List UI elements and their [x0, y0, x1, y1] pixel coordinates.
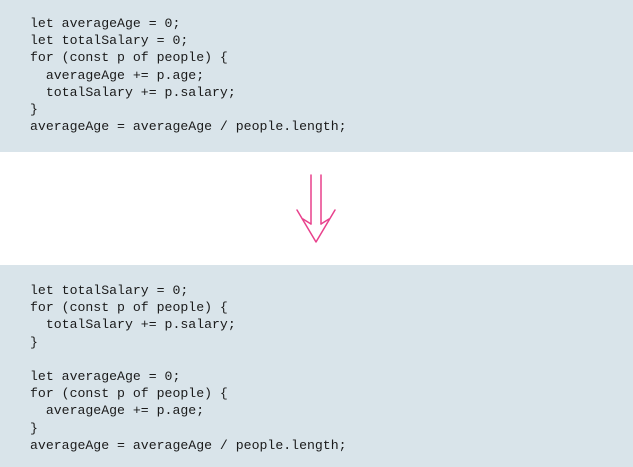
code-after-panel: let totalSalary = 0; for (const p of peo… — [0, 265, 633, 467]
code-line: averageAge += p.age; — [30, 67, 205, 83]
code-line: } — [30, 101, 38, 117]
code-line: } — [30, 420, 38, 436]
code-before-panel: let averageAge = 0; let totalSalary = 0;… — [0, 0, 633, 152]
code-line: averageAge += p.age; — [30, 403, 205, 419]
transform-arrow-area — [0, 152, 633, 265]
code-line: for (const p of people) { — [30, 50, 228, 66]
code-line: let averageAge = 0; — [30, 16, 181, 31]
code-line: let averageAge = 0; — [30, 368, 181, 384]
code-line: for (const p of people) { — [30, 386, 228, 402]
code-line: averageAge = averageAge / people.length; — [30, 437, 347, 453]
code-line: } — [30, 334, 38, 350]
code-line: let totalSalary = 0; — [30, 283, 189, 298]
double-down-arrow-icon — [296, 174, 336, 243]
code-line: averageAge = averageAge / people.length; — [30, 119, 347, 135]
code-line: totalSalary += p.salary; — [30, 317, 236, 333]
code-line: totalSalary += p.salary; — [30, 84, 236, 100]
code-line: for (const p of people) { — [30, 300, 228, 316]
code-line: let totalSalary = 0; — [30, 33, 189, 49]
refactoring-diagram: let averageAge = 0; let totalSalary = 0;… — [0, 0, 633, 467]
